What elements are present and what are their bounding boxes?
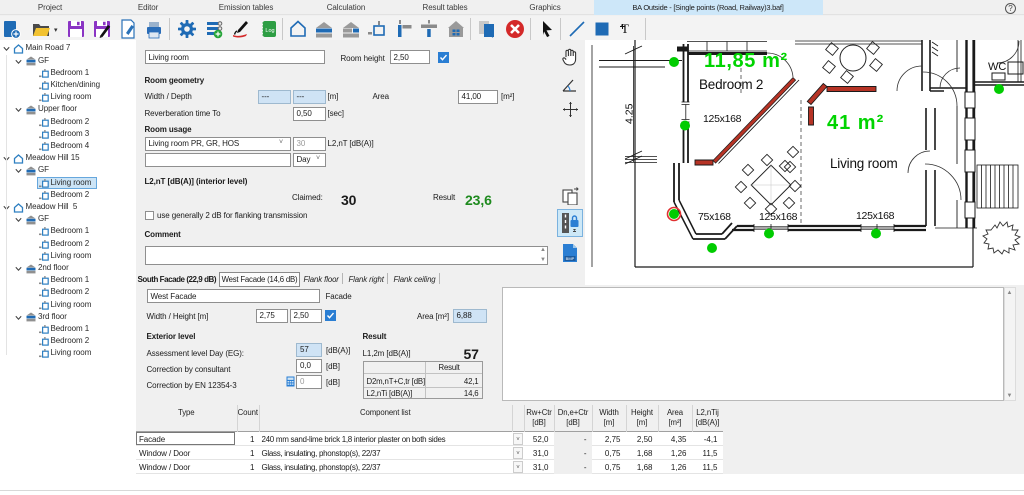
- svg-text:WC: WC: [988, 61, 1006, 73]
- svg-text:75x168: 75x168: [698, 211, 731, 223]
- svg-text:BMP: BMP: [566, 256, 575, 261]
- svg-text:41 m²: 41 m²: [827, 112, 884, 134]
- svg-text:125x168: 125x168: [703, 113, 742, 125]
- svg-text:11,85 m²: 11,85 m²: [704, 50, 788, 72]
- svg-text:Living room: Living room: [830, 156, 898, 171]
- svg-text:Log: Log: [265, 28, 274, 34]
- svg-text:125x168: 125x168: [759, 211, 798, 223]
- svg-text:4.25: 4.25: [624, 103, 636, 124]
- svg-text:Bedroom 2: Bedroom 2: [699, 77, 763, 92]
- svg-text:125x168: 125x168: [856, 210, 895, 222]
